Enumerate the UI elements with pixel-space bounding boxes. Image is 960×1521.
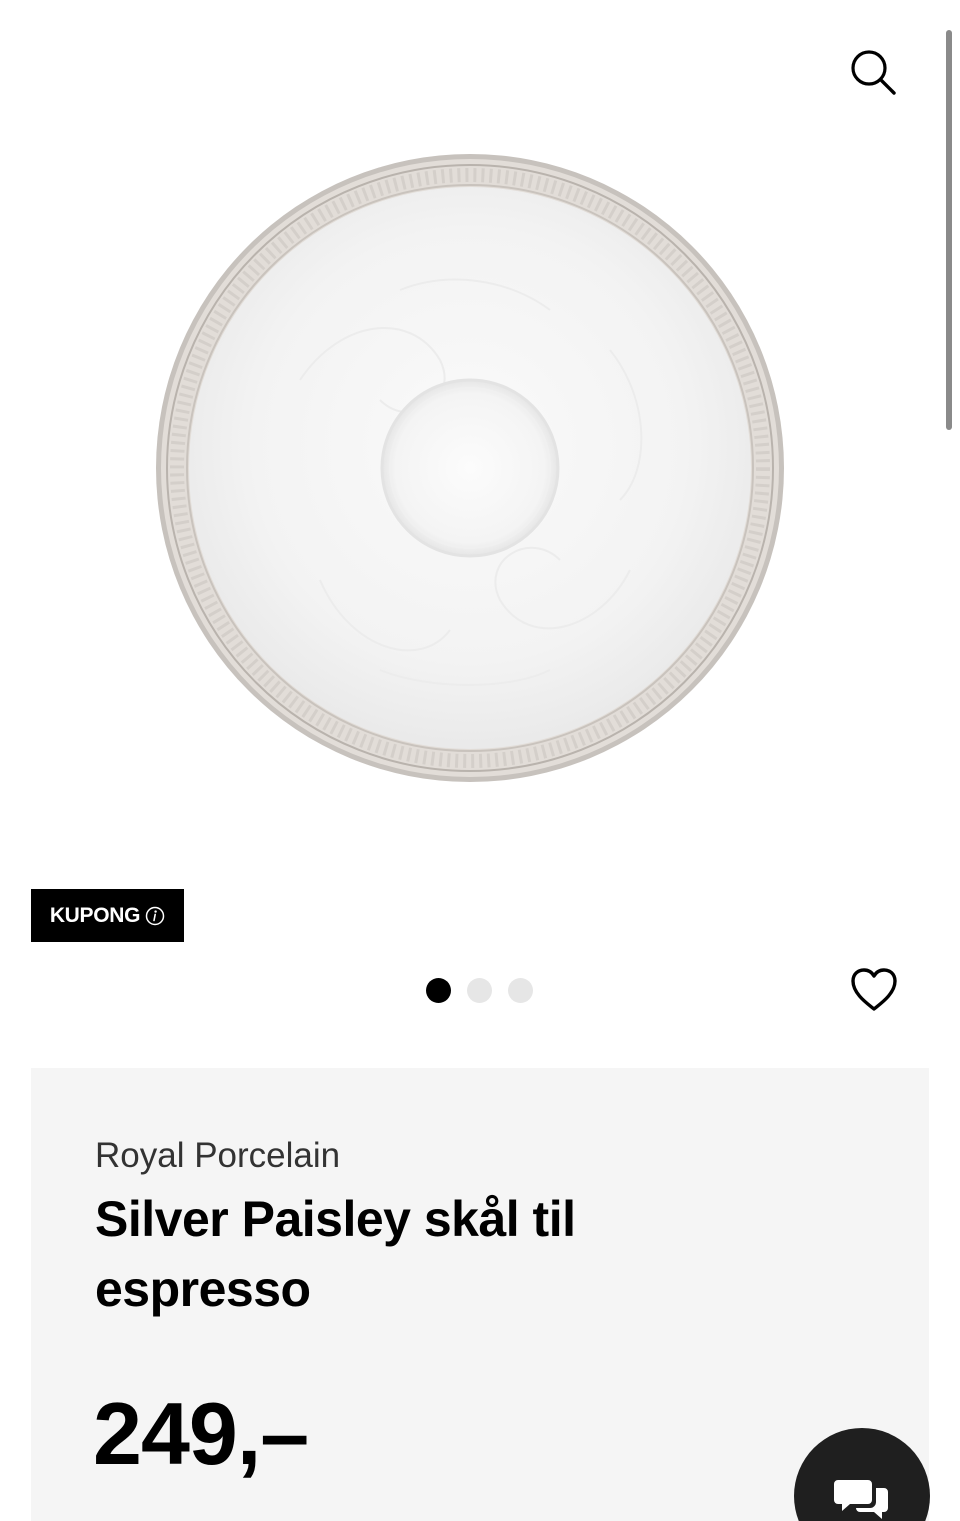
product-page: KUPONG Royal Porcelain Silver Paisley sk… (0, 0, 960, 1521)
carousel-dot-3[interactable] (508, 978, 533, 1003)
scrollbar[interactable] (946, 30, 952, 430)
carousel-dot-2[interactable] (467, 978, 492, 1003)
product-price: 249,– (93, 1384, 309, 1483)
product-info-card: Royal Porcelain Silver Paisley skål til … (31, 1068, 929, 1521)
favorite-button[interactable] (848, 964, 900, 1016)
carousel-indicators (426, 978, 533, 1003)
search-icon (851, 50, 896, 95)
chat-bubbles-icon (834, 1480, 888, 1519)
product-title: Silver Paisley skål til espresso (95, 1191, 576, 1317)
product-brand[interactable]: Royal Porcelain (95, 1136, 340, 1176)
saucer-illustration (156, 154, 784, 782)
product-image[interactable] (150, 150, 790, 790)
carousel-dot-1[interactable] (426, 978, 451, 1003)
heart-icon (851, 968, 897, 1011)
coupon-badge[interactable]: KUPONG (31, 889, 184, 942)
search-button[interactable] (846, 44, 900, 98)
coupon-label: KUPONG (49, 903, 141, 927)
info-icon[interactable] (145, 906, 165, 926)
